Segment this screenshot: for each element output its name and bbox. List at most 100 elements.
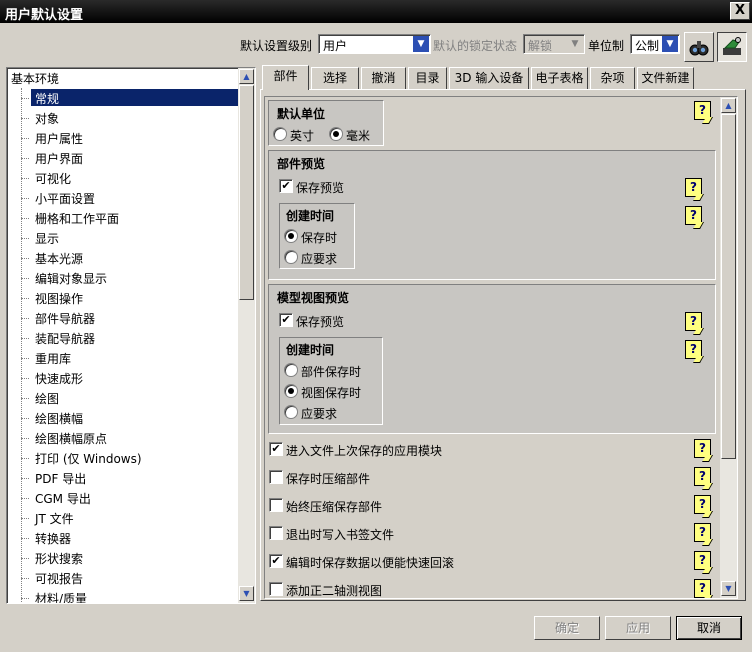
checkbox-checked-icon: ✔ (279, 313, 293, 327)
view-on-demand-radio[interactable]: 应要求 (284, 403, 378, 423)
title-bar: 用户默认设置 X (0, 0, 752, 23)
close-button[interactable]: X (730, 2, 750, 20)
tree-item[interactable]: 转换器 (21, 528, 245, 548)
option-checkbox[interactable]: ✔ 进入文件上次保存的应用模块 (269, 440, 569, 460)
tree-item[interactable]: 用户界面 (21, 148, 245, 168)
tree-item[interactable]: 绘图横幅原点 (21, 428, 245, 448)
help-icon[interactable]: ? (694, 551, 711, 570)
tree-item[interactable]: 视图操作 (21, 288, 245, 308)
tree-item[interactable]: 重用库 (21, 348, 245, 368)
help-icon[interactable]: ? (694, 101, 711, 120)
tree-item-label: 用户属性 (35, 132, 84, 146)
help-icon[interactable]: ? (694, 579, 711, 598)
tab[interactable]: 部件 (262, 65, 309, 90)
tree-item[interactable]: CGM 导出 (21, 488, 245, 508)
tab[interactable]: 目录 (408, 67, 447, 89)
tree-connector (21, 598, 29, 599)
tree-item[interactable]: 装配导航器 (21, 328, 245, 348)
tree-item[interactable]: 可视报告 (21, 568, 245, 588)
lock-state-select[interactable]: 解锁 ▼ (523, 34, 585, 54)
help-icon[interactable]: ? (685, 178, 702, 197)
scroll-down-icon[interactable]: ▼ (239, 586, 254, 601)
tree-connector (21, 498, 29, 499)
option-checkbox[interactable]: ✔ 编辑时保存数据以便能快速回滚 (269, 552, 569, 572)
tab[interactable]: 杂项 (590, 67, 635, 89)
tree-item-label: 用户界面 (35, 152, 84, 166)
view-save-preview-checkbox[interactable]: ✔ 保存预览 (279, 311, 399, 331)
option-label: 添加正二轴测视图 (286, 584, 383, 598)
tree-item[interactable]: 部件导航器 (21, 308, 245, 328)
chevron-down-icon: ▼ (662, 36, 678, 52)
apply-button[interactable]: 应用 (605, 616, 671, 640)
settings-scrollbar[interactable]: ▲ ▼ (720, 97, 737, 598)
tree-item[interactable]: 基本光源 (21, 248, 245, 268)
unit-system-select[interactable]: 公制 ▼ (630, 34, 680, 54)
option-checkbox[interactable]: 添加正二轴测视图 (269, 580, 569, 598)
view-create-time-group: 创建时间 部件保存时 视图保存时 应要求 (279, 337, 383, 425)
defaults-level-select[interactable]: 用户 ▼ (318, 34, 431, 54)
tree-item[interactable]: 栅格和工作平面 (21, 208, 245, 228)
lock-state-label: 默认的锁定状态 (433, 39, 518, 53)
part-save-preview-label: 保存预览 (296, 181, 345, 195)
part-save-preview-checkbox[interactable]: ✔ 保存预览 (279, 177, 399, 197)
scroll-down-icon[interactable]: ▼ (721, 581, 736, 596)
unit-mm-radio[interactable]: 毫米 (329, 125, 379, 145)
binoculars-icon (689, 41, 709, 56)
tree-item[interactable]: JT 文件 (21, 508, 245, 528)
tree-item[interactable]: 用户属性 (21, 128, 245, 148)
tree-item[interactable]: 打印 (仅 Windows) (21, 448, 245, 468)
unit-inch-radio[interactable]: 英寸 (273, 125, 323, 145)
find-button[interactable] (684, 32, 714, 62)
option-checkbox[interactable]: 始终压缩保存部件 (269, 496, 569, 516)
tree-item[interactable]: 对象 (21, 108, 245, 128)
tree-item[interactable]: 小平面设置 (21, 188, 245, 208)
tab[interactable]: 电子表格 (531, 67, 588, 89)
tree-item[interactable]: PDF 导出 (21, 468, 245, 488)
tree-connector (21, 318, 29, 319)
tree-item[interactable]: 材料/质量 (21, 588, 245, 603)
help-icon[interactable]: ? (694, 467, 711, 486)
tree-item[interactable]: 形状搜索 (21, 548, 245, 568)
tab[interactable]: 选择 (311, 67, 359, 89)
tree-scrollbar[interactable]: ▲ ▼ (238, 68, 255, 603)
scroll-thumb[interactable] (721, 114, 736, 459)
window-title: 用户默认设置 (5, 8, 84, 23)
scroll-up-icon[interactable]: ▲ (721, 98, 736, 113)
tree-item[interactable]: 显示 (21, 228, 245, 248)
tree-root-basic-environment[interactable]: 基本环境 (11, 70, 59, 87)
tree-connector (21, 258, 29, 259)
part-on-save-radio[interactable]: 保存时 (284, 227, 350, 247)
part-on-demand-radio[interactable]: 应要求 (284, 248, 350, 268)
option-checkbox[interactable]: 退出时写入书签文件 (269, 524, 569, 544)
defaults-level-label: 默认设置级别 (240, 39, 313, 53)
tab[interactable]: 文件新建 (637, 67, 694, 89)
ok-button[interactable]: 确定 (534, 616, 600, 640)
tree-item[interactable]: 绘图 (21, 388, 245, 408)
tree-item[interactable]: 编辑对象显示 (21, 268, 245, 288)
scroll-thumb[interactable] (239, 85, 254, 300)
view-view-save-radio[interactable]: 视图保存时 (284, 382, 378, 402)
help-icon[interactable]: ? (694, 495, 711, 514)
tab[interactable]: 撤消 (361, 67, 406, 89)
tree-connector (21, 298, 29, 299)
option-checkbox[interactable]: 保存时压缩部件 (269, 468, 569, 488)
help-icon[interactable]: ? (685, 340, 702, 359)
tree-item[interactable]: 常规 (21, 88, 245, 108)
defaults-manager-button[interactable] (717, 32, 747, 62)
default-unit-group: 默认单位 英寸 毫米 (268, 100, 384, 146)
tree-item[interactable]: 可视化 (21, 168, 245, 188)
part-create-time-title: 创建时间 (286, 209, 335, 223)
help-icon[interactable]: ? (694, 523, 711, 542)
tree-connector (21, 398, 29, 399)
checkbox-icon (269, 498, 283, 512)
tab[interactable]: 3D 输入设备 (449, 67, 529, 89)
cancel-button[interactable]: 取消 (676, 616, 742, 640)
help-icon[interactable]: ? (685, 206, 702, 225)
help-icon[interactable]: ? (694, 439, 711, 458)
view-on-demand-label: 应要求 (301, 407, 338, 421)
help-icon[interactable]: ? (685, 312, 702, 331)
tree-item[interactable]: 快速成形 (21, 368, 245, 388)
tree-item[interactable]: 绘图横幅 (21, 408, 245, 428)
scroll-up-icon[interactable]: ▲ (239, 69, 254, 84)
view-part-save-radio[interactable]: 部件保存时 (284, 361, 378, 381)
